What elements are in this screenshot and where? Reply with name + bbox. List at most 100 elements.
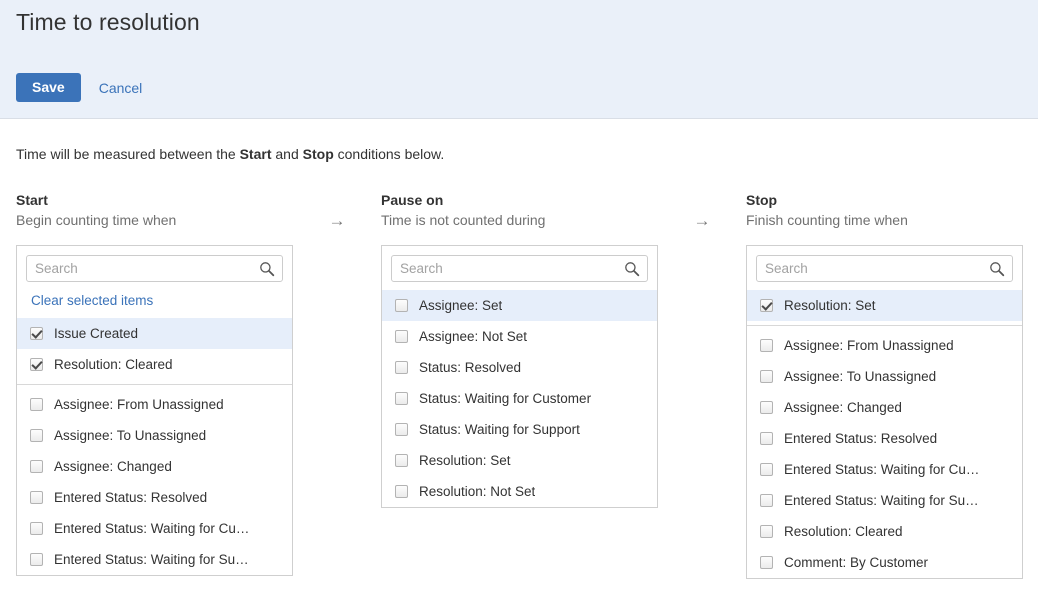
checkbox-icon[interactable] — [760, 299, 773, 312]
stop-search-box[interactable] — [756, 255, 1013, 282]
list-item-label: Status: Resolved — [419, 360, 521, 375]
list-item[interactable]: Assignee: Set — [382, 290, 657, 321]
column-stop: Stop Finish counting time when Resolutio… — [746, 192, 1023, 579]
checkbox-icon[interactable] — [395, 392, 408, 405]
checkbox-icon[interactable] — [760, 370, 773, 383]
checkbox-icon[interactable] — [760, 432, 773, 445]
list-item[interactable]: Status: Waiting for Support — [382, 414, 657, 445]
list-item[interactable]: Assignee: Changed — [17, 451, 292, 482]
list-item[interactable]: Entered Status: Resolved — [747, 423, 1022, 454]
list-item-label: Assignee: Set — [419, 298, 502, 313]
list-item[interactable]: Assignee: From Unassigned — [17, 389, 292, 420]
arrow-right-icon: → — [329, 212, 346, 229]
column-stop-title: Stop — [746, 192, 1023, 209]
column-pause-title: Pause on — [381, 192, 658, 209]
list-item-label: Comment: By Customer — [784, 555, 928, 570]
stop-condition-panel: Resolution: Set Assignee: From Unassigne… — [746, 245, 1023, 579]
page-content: Time will be measured between the Start … — [0, 119, 1038, 579]
list-item[interactable]: Assignee: From Unassigned — [747, 330, 1022, 361]
checkbox-icon[interactable] — [30, 358, 43, 371]
list-item-label: Entered Status: Resolved — [784, 431, 937, 446]
list-item-label: Status: Waiting for Customer — [419, 391, 591, 406]
save-button[interactable]: Save — [16, 73, 81, 102]
checkbox-icon[interactable] — [30, 491, 43, 504]
description-prefix: Time will be measured between the — [16, 146, 240, 162]
list-item-label: Resolution: Set — [784, 298, 876, 313]
page-header: Time to resolution Save Cancel — [0, 0, 1038, 119]
column-pause-on: Pause on Time is not counted during Assi… — [381, 192, 658, 508]
list-item[interactable]: Assignee: To Unassigned — [17, 420, 292, 451]
list-item[interactable]: Assignee: To Unassigned — [747, 361, 1022, 392]
list-item[interactable]: Resolution: Set — [382, 445, 657, 476]
checkbox-icon[interactable] — [30, 327, 43, 340]
list-item-label: Entered Status: Waiting for Su… — [54, 552, 249, 567]
list-divider — [17, 384, 292, 385]
list-item-label: Resolution: Set — [419, 453, 511, 468]
start-search-box[interactable] — [26, 255, 283, 282]
list-item[interactable]: Resolution: Cleared — [17, 349, 292, 380]
checkbox-icon[interactable] — [760, 339, 773, 352]
list-item-label: Assignee: To Unassigned — [784, 369, 936, 384]
page-title: Time to resolution — [16, 0, 1022, 36]
checkbox-icon[interactable] — [30, 522, 43, 535]
checkbox-icon[interactable] — [760, 556, 773, 569]
list-item-label: Entered Status: Waiting for Su… — [784, 493, 979, 508]
checkbox-icon[interactable] — [30, 553, 43, 566]
column-start-subtitle: Begin counting time when — [16, 211, 293, 229]
pause-search-wrapper — [382, 246, 657, 290]
checkbox-icon[interactable] — [30, 460, 43, 473]
pause-search-box[interactable] — [391, 255, 648, 282]
list-item[interactable]: Status: Waiting for Customer — [382, 383, 657, 414]
list-item-label: Issue Created — [54, 326, 138, 341]
description-suffix: conditions below. — [334, 146, 445, 162]
stop-search-input[interactable] — [757, 256, 1012, 281]
list-item[interactable]: Resolution: Set — [747, 290, 1022, 321]
header-actions: Save Cancel — [16, 73, 142, 102]
checkbox-icon[interactable] — [30, 398, 43, 411]
list-item[interactable]: Assignee: Changed — [747, 392, 1022, 423]
list-item-label: Resolution: Not Set — [419, 484, 535, 499]
checkbox-icon[interactable] — [395, 485, 408, 498]
arrow-pause-to-stop: → — [658, 192, 746, 229]
list-item[interactable]: Issue Created — [17, 318, 292, 349]
list-item[interactable]: Resolution: Cleared — [747, 516, 1022, 547]
start-condition-panel: Clear selected items Issue Created Resol… — [16, 245, 293, 576]
checkbox-icon[interactable] — [760, 401, 773, 414]
list-item[interactable]: Entered Status: Waiting for Cu… — [747, 454, 1022, 485]
checkbox-icon[interactable] — [760, 494, 773, 507]
checkbox-icon[interactable] — [760, 463, 773, 476]
list-item-label: Entered Status: Resolved — [54, 490, 207, 505]
checkbox-icon[interactable] — [395, 330, 408, 343]
column-start-title: Start — [16, 192, 293, 209]
list-item-label: Assignee: Not Set — [419, 329, 527, 344]
cancel-link[interactable]: Cancel — [99, 80, 143, 96]
list-item-label: Assignee: Changed — [54, 459, 172, 474]
checkbox-icon[interactable] — [395, 423, 408, 436]
clear-selected-items-link[interactable]: Clear selected items — [31, 293, 153, 308]
stop-search-wrapper — [747, 246, 1022, 290]
list-item[interactable]: Resolution: Not Set — [382, 476, 657, 507]
list-item[interactable]: Assignee: Not Set — [382, 321, 657, 352]
list-item[interactable]: Entered Status: Waiting for Su… — [17, 544, 292, 575]
list-item[interactable]: Entered Status: Resolved — [17, 482, 292, 513]
checkbox-icon[interactable] — [395, 361, 408, 374]
column-pause-subtitle: Time is not counted during — [381, 211, 658, 229]
pause-search-input[interactable] — [392, 256, 647, 281]
start-clear-row: Clear selected items — [17, 290, 292, 318]
list-divider — [747, 325, 1022, 326]
checkbox-icon[interactable] — [760, 525, 773, 538]
list-item-label: Assignee: From Unassigned — [54, 397, 224, 412]
condition-columns: Start Begin counting time when Clear sel… — [16, 192, 1022, 579]
checkbox-icon[interactable] — [30, 429, 43, 442]
list-item-label: Assignee: Changed — [784, 400, 902, 415]
description-start-term: Start — [240, 146, 272, 162]
checkbox-icon[interactable] — [395, 454, 408, 467]
list-item-label: Assignee: To Unassigned — [54, 428, 206, 443]
description-stop-term: Stop — [303, 146, 334, 162]
list-item[interactable]: Entered Status: Waiting for Cu… — [17, 513, 292, 544]
list-item[interactable]: Entered Status: Waiting for Su… — [747, 485, 1022, 516]
start-search-input[interactable] — [27, 256, 282, 281]
checkbox-icon[interactable] — [395, 299, 408, 312]
list-item[interactable]: Comment: By Customer — [747, 547, 1022, 578]
list-item[interactable]: Status: Resolved — [382, 352, 657, 383]
